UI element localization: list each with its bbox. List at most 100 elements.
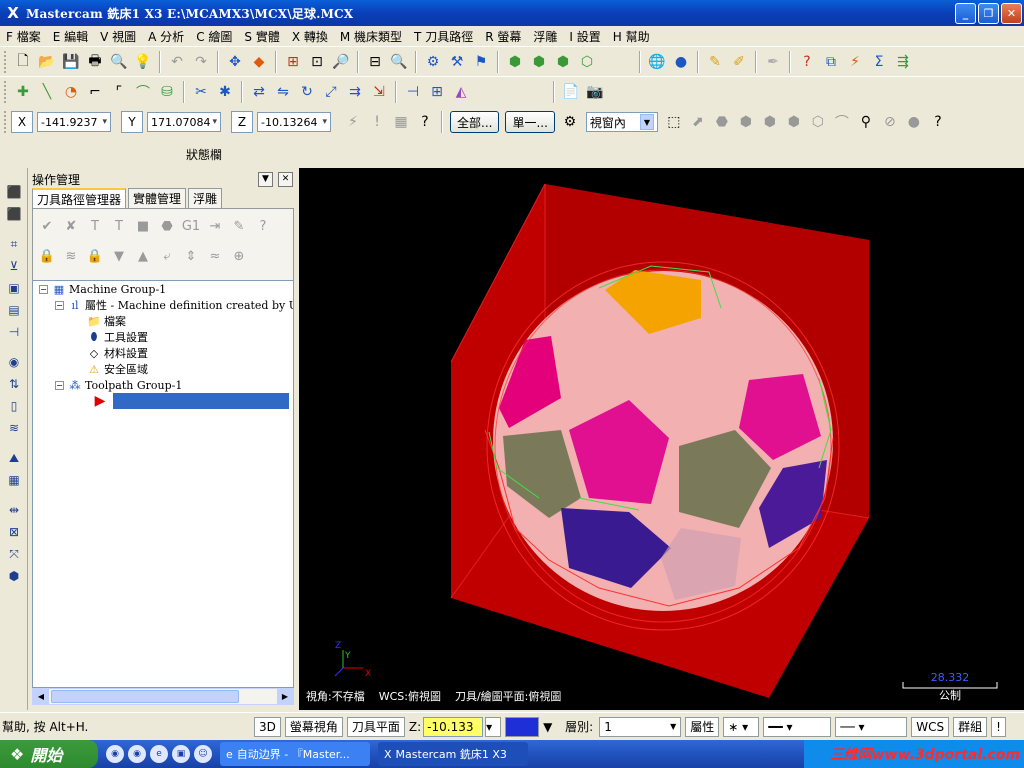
bore-icon[interactable]: ▯: [5, 397, 23, 415]
array-icon[interactable]: ⊞: [426, 81, 448, 103]
disabled-tool-icon[interactable]: ✒: [762, 51, 784, 73]
verify-icon[interactable]: ⚡: [844, 51, 866, 73]
repaint-icon[interactable]: ◆: [248, 51, 270, 73]
ops-close-icon[interactable]: ✕: [278, 171, 293, 187]
color-dropdown-icon[interactable]: ▼: [543, 717, 559, 737]
tree-horizontal-scrollbar[interactable]: ◀ ▶: [32, 688, 294, 705]
properties-node[interactable]: − ıl 屬性 - Machine definition created by U…: [55, 297, 293, 313]
fillet-icon[interactable]: ⌐: [84, 81, 106, 103]
post-icon[interactable]: ⇶: [892, 51, 914, 73]
menu-analyze[interactable]: A 分析: [142, 28, 190, 45]
sigma-icon[interactable]: Σ: [868, 51, 890, 73]
group-button[interactable]: 群組: [953, 716, 988, 737]
whats-this-icon[interactable]: ?: [796, 51, 818, 73]
media-icon[interactable]: ◉: [106, 745, 124, 763]
verify-select-icon[interactable]: ⚙: [559, 111, 581, 133]
insert-arrow-icon[interactable]: ⤶: [157, 245, 177, 267]
media-2-icon[interactable]: ◉: [128, 745, 146, 763]
mirror-icon[interactable]: ⇋: [272, 81, 294, 103]
help-2-icon[interactable]: ?: [927, 111, 949, 133]
open-file-icon[interactable]: 📂: [36, 51, 58, 73]
safety-zone-node[interactable]: ⚠ 安全區域: [87, 361, 148, 377]
messenger-icon[interactable]: ☺: [194, 745, 212, 763]
color-swatch[interactable]: [505, 716, 540, 737]
close-button[interactable]: ✕: [1001, 3, 1022, 24]
line-width-select[interactable]: ── ▾: [835, 716, 908, 737]
screen-view-button[interactable]: 螢幕視角: [284, 716, 343, 737]
help-ops-icon[interactable]: ?: [253, 215, 273, 237]
select-all-ops-icon[interactable]: ✔: [37, 215, 57, 237]
globe-icon[interactable]: 🌐: [646, 51, 668, 73]
save-icon[interactable]: 💾: [60, 51, 82, 73]
offset-icon[interactable]: ⇉: [344, 81, 366, 103]
menu-file[interactable]: F 檔案: [0, 28, 47, 45]
translate-icon[interactable]: ⇄: [248, 81, 270, 103]
scale-icon[interactable]: ⤢: [320, 81, 342, 103]
thread-icon[interactable]: ⇅: [5, 375, 23, 393]
x-coord-label[interactable]: X: [11, 111, 33, 133]
ops-dropdown-icon[interactable]: ▼: [258, 171, 273, 187]
post-ops-icon[interactable]: G1: [181, 215, 201, 237]
menu-settings[interactable]: I 設置: [563, 28, 606, 45]
highlight-icon[interactable]: ✐: [728, 51, 750, 73]
menu-create[interactable]: C 繪圖: [190, 28, 238, 45]
tab-toolpath-manager[interactable]: 刀具路徑管理器: [32, 188, 127, 209]
wcs-button[interactable]: WCS: [911, 716, 950, 737]
project-icon[interactable]: ⇲: [368, 81, 390, 103]
cylinder-icon[interactable]: ⛁: [156, 81, 178, 103]
ie-icon[interactable]: e: [150, 745, 168, 763]
print-preview-icon[interactable]: 🔍: [108, 51, 130, 73]
arc-icon[interactable]: ◔: [60, 81, 82, 103]
sphere-icon[interactable]: ●: [670, 51, 692, 73]
menu-help[interactable]: H 幫助: [607, 28, 656, 45]
tool-plane-button[interactable]: 刀具平面: [346, 716, 405, 737]
solid-back-icon[interactable]: ⬡: [807, 111, 829, 133]
machine-group-node[interactable]: − ▦ Machine Group-1: [39, 281, 166, 297]
break-icon[interactable]: ✱: [214, 81, 236, 103]
insert-arrow-selection[interactable]: [113, 393, 289, 409]
insert-arrow-node[interactable]: ▶: [93, 393, 110, 409]
show-only-icon[interactable]: ≈: [205, 245, 225, 267]
line-icon[interactable]: ╲: [36, 81, 58, 103]
restore-button[interactable]: ❐: [978, 3, 999, 24]
cube-right-icon[interactable]: ⬡: [576, 51, 598, 73]
window-select-icon[interactable]: ⬚: [663, 111, 685, 133]
z-coord-label[interactable]: Z: [231, 111, 253, 133]
z-depth-input[interactable]: -10.133: [423, 716, 484, 737]
x-coord-input[interactable]: -141.9237 ▾: [37, 112, 111, 132]
tab-solids-manager[interactable]: 實體管理: [128, 188, 187, 208]
help-icon[interactable]: ?: [414, 111, 436, 133]
cursor-icon[interactable]: ⬈: [687, 111, 709, 133]
pan-icon[interactable]: ✥: [224, 51, 246, 73]
menu-machine-type[interactable]: M 機床類型: [334, 28, 408, 45]
trim-icon[interactable]: ✂: [190, 81, 212, 103]
nest-icon[interactable]: ⤧: [5, 545, 23, 563]
toggle-posting-icon[interactable]: ≋: [61, 245, 81, 267]
shade-icon-1[interactable]: ⚙: [422, 51, 444, 73]
new-file-icon[interactable]: 🗋: [12, 51, 34, 73]
unzoom-icon[interactable]: ⊟: [364, 51, 386, 73]
menu-toolpaths[interactable]: T 刀具路徑: [408, 28, 479, 45]
move-down-icon[interactable]: ▼: [109, 245, 129, 267]
exclaim-button[interactable]: !: [991, 716, 1006, 737]
select-single-button[interactable]: 單一...: [505, 111, 555, 133]
shade-icon-3[interactable]: ⚑: [470, 51, 492, 73]
z-dropdown-icon[interactable]: ▾: [485, 716, 502, 737]
solid-edge-icon[interactable]: ⬢: [759, 111, 781, 133]
helix-icon[interactable]: ≋: [5, 419, 23, 437]
contour-icon[interactable]: ⌗: [5, 235, 23, 253]
solid-cube-icon[interactable]: ⬛: [5, 183, 23, 201]
camera-icon[interactable]: 📷: [584, 81, 606, 103]
y-coord-input[interactable]: 171.07084 ▾: [147, 112, 221, 132]
move-up-icon[interactable]: ▲: [133, 245, 153, 267]
zoom-out-icon[interactable]: 🔍: [388, 51, 410, 73]
undo-icon[interactable]: ↶: [166, 51, 188, 73]
solid-face-icon[interactable]: ⬢: [735, 111, 757, 133]
pocket-icon[interactable]: ▣: [5, 279, 23, 297]
cube-top-icon[interactable]: ⬢: [528, 51, 550, 73]
tab-art[interactable]: 浮雕: [188, 188, 223, 208]
solid-select-icon[interactable]: ⬣: [711, 111, 733, 133]
solid-cube-2-icon[interactable]: ⬛: [5, 205, 23, 223]
z-coord-input[interactable]: -10.13264 ▾: [257, 112, 331, 132]
backplot-icon[interactable]: ⧉: [820, 51, 842, 73]
